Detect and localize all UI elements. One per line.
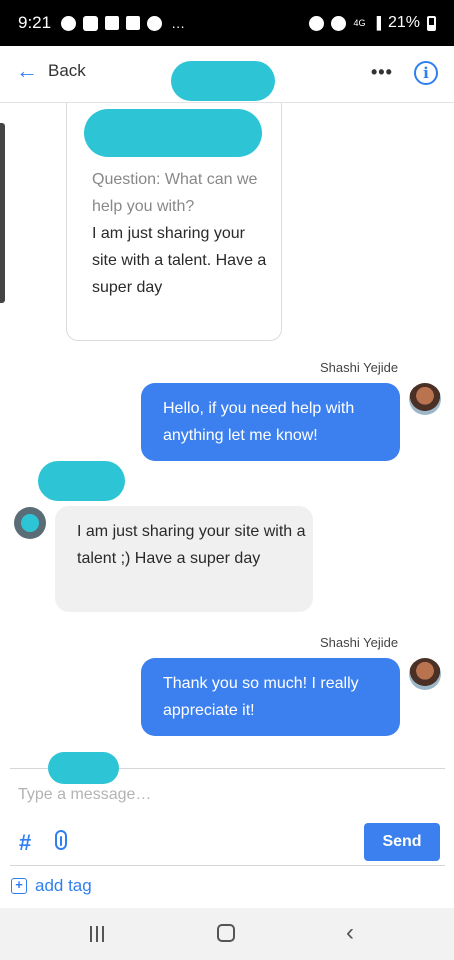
- system-nav-bar: ‹: [0, 908, 454, 960]
- status-time: 9:21: [18, 13, 52, 32]
- back-label: Back: [48, 61, 86, 80]
- chat-icon: [83, 15, 99, 31]
- divider: [10, 865, 445, 866]
- facebook-icon: [105, 16, 120, 30]
- wifi-icon: [331, 15, 347, 31]
- message-bubble-outgoing: Hello, if you need help with anything le…: [141, 383, 400, 461]
- info-icon[interactable]: i: [414, 61, 438, 85]
- notification-icons: …: [61, 15, 186, 31]
- network-type: 4G: [353, 18, 366, 28]
- conversation-header: ← Back ••• i: [0, 46, 454, 103]
- alarm-icon: [309, 15, 325, 31]
- redacted-sender-name: [38, 461, 125, 501]
- sender-name: Shashi Yejide: [320, 635, 399, 650]
- back-button[interactable]: ← Back: [16, 58, 86, 83]
- message-thread[interactable]: Question: What can we help you with? I a…: [0, 103, 454, 768]
- system-icons: 4G ▐ 21%: [309, 14, 436, 32]
- form-question: Question: What can we help you with?: [92, 171, 258, 215]
- signal-icon: ▐: [372, 16, 381, 30]
- plus-icon: +: [11, 878, 27, 894]
- call-icon: [147, 15, 163, 31]
- home-button[interactable]: [217, 924, 235, 942]
- battery-icon: [427, 15, 436, 31]
- redacted-form-field: [84, 109, 262, 157]
- hashtag-button[interactable]: #: [19, 830, 31, 856]
- add-tag-button[interactable]: + add tag: [11, 876, 92, 896]
- messenger-icon: [61, 15, 77, 31]
- form-answer: I am just sharing your site with a talen…: [92, 225, 267, 296]
- recent-apps-button[interactable]: [90, 926, 104, 942]
- send-button[interactable]: Send: [364, 823, 440, 861]
- arrow-left-icon: ←: [16, 58, 38, 83]
- redacted-contact-name: [171, 61, 275, 101]
- contact-avatar: [14, 507, 46, 539]
- back-nav-button[interactable]: ‹: [346, 919, 354, 947]
- more-options-button[interactable]: •••: [371, 62, 393, 83]
- avatar: [409, 383, 441, 415]
- status-bar: 9:21 … 4G ▐ 21%: [0, 0, 454, 46]
- avatar: [409, 658, 441, 690]
- paperclip-icon[interactable]: [55, 830, 67, 850]
- battery-level: 21%: [387, 14, 420, 31]
- facebook-icon: [126, 16, 141, 30]
- message-composer: # Send + add tag: [0, 752, 454, 908]
- add-tag-label: add tag: [35, 876, 92, 895]
- message-bubble-outgoing: Thank you so much! I really appreciate i…: [141, 658, 400, 736]
- message-bubble-incoming: I am just sharing your site with a talen…: [55, 506, 313, 612]
- scroll-handle[interactable]: [0, 123, 5, 303]
- sender-name: Shashi Yejide: [320, 360, 399, 375]
- overflow-icon: …: [171, 15, 187, 31]
- message-input[interactable]: [10, 780, 440, 810]
